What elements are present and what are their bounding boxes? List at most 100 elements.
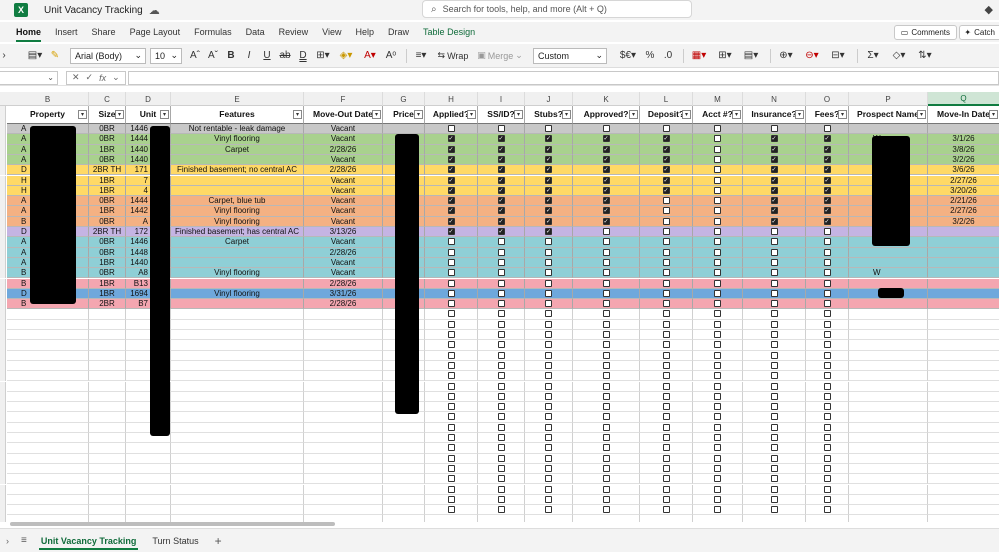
cell-o[interactable]: ✓ bbox=[806, 185, 849, 197]
cell-c[interactable] bbox=[89, 443, 126, 454]
cell-o[interactable] bbox=[806, 350, 849, 361]
cell-k[interactable] bbox=[573, 443, 640, 454]
cell-n[interactable] bbox=[743, 453, 806, 464]
column-letter-e[interactable]: E bbox=[171, 92, 304, 106]
filter-dropdown-icon[interactable]: ▾ bbox=[682, 110, 691, 119]
cell-n[interactable] bbox=[743, 371, 806, 382]
cell-b[interactable] bbox=[7, 319, 89, 330]
unchecked-checkbox[interactable] bbox=[714, 506, 721, 514]
row-number[interactable] bbox=[0, 309, 6, 320]
unchecked-checkbox[interactable] bbox=[602, 279, 610, 287]
unchecked-checkbox[interactable] bbox=[770, 403, 778, 411]
cell-p[interactable] bbox=[849, 443, 928, 454]
unchecked-checkbox[interactable] bbox=[497, 372, 505, 380]
unchecked-checkbox[interactable] bbox=[602, 403, 610, 411]
cell-n[interactable] bbox=[743, 268, 806, 279]
cell-l[interactable] bbox=[640, 330, 693, 341]
cell-e[interactable] bbox=[171, 257, 304, 269]
cell-b[interactable] bbox=[7, 494, 89, 506]
cell-i[interactable] bbox=[478, 288, 525, 300]
cell-i[interactable]: ✓ bbox=[478, 165, 525, 176]
cell-i[interactable] bbox=[478, 330, 525, 341]
filter-dropdown-icon[interactable]: ▾ bbox=[115, 110, 124, 119]
cell-q[interactable] bbox=[928, 350, 999, 361]
checked-checkbox[interactable]: ✓ bbox=[770, 186, 778, 194]
sheet-tab-turn-status[interactable]: Turn Status bbox=[150, 532, 200, 550]
unchecked-checkbox[interactable] bbox=[662, 207, 670, 215]
cell-j[interactable] bbox=[525, 278, 573, 289]
cell-l[interactable] bbox=[640, 453, 693, 464]
cell-f[interactable]: Vacant bbox=[304, 175, 383, 186]
unchecked-checkbox[interactable] bbox=[823, 269, 831, 277]
cell-f[interactable] bbox=[304, 484, 383, 495]
unchecked-checkbox[interactable] bbox=[714, 197, 721, 205]
cell-f[interactable]: Vacant bbox=[304, 216, 383, 227]
cell-l[interactable]: ✓ bbox=[640, 154, 693, 166]
column-letter-m[interactable]: M bbox=[693, 92, 743, 106]
checked-checkbox[interactable]: ✓ bbox=[602, 186, 610, 194]
cell-e[interactable] bbox=[171, 422, 304, 433]
unchecked-checkbox[interactable] bbox=[602, 423, 610, 431]
unchecked-checkbox[interactable] bbox=[662, 423, 670, 431]
cell-k[interactable] bbox=[573, 257, 640, 269]
cell-i[interactable]: ✓ bbox=[478, 185, 525, 197]
cell-k[interactable] bbox=[573, 278, 640, 289]
checked-checkbox[interactable]: ✓ bbox=[602, 207, 610, 215]
cell-i[interactable] bbox=[478, 319, 525, 330]
cell-f[interactable] bbox=[304, 319, 383, 330]
cell-b[interactable] bbox=[7, 422, 89, 433]
unchecked-checkbox[interactable] bbox=[545, 125, 552, 132]
cell-n[interactable] bbox=[743, 227, 806, 238]
cell-o[interactable] bbox=[806, 278, 849, 289]
cell-d[interactable] bbox=[126, 494, 171, 506]
cell-o[interactable] bbox=[806, 443, 849, 454]
cell-g[interactable] bbox=[383, 474, 425, 485]
cell-n[interactable]: ✓ bbox=[743, 196, 806, 207]
cell-j[interactable] bbox=[525, 288, 573, 300]
cell-g[interactable] bbox=[383, 453, 425, 464]
cell-i[interactable]: ✓ bbox=[478, 196, 525, 207]
cell-p[interactable] bbox=[849, 360, 928, 372]
fill-color-icon[interactable]: ◈▾ bbox=[336, 47, 356, 65]
checked-checkbox[interactable]: ✓ bbox=[447, 166, 455, 174]
cell-h[interactable] bbox=[425, 433, 478, 444]
cell-f[interactable]: Vacant bbox=[304, 185, 383, 197]
row-number[interactable] bbox=[0, 515, 6, 522]
cell-h[interactable]: ✓ bbox=[425, 227, 478, 238]
cell-l[interactable] bbox=[640, 422, 693, 433]
cell-g[interactable] bbox=[383, 124, 425, 135]
cell-l[interactable] bbox=[640, 288, 693, 300]
cell-l[interactable] bbox=[640, 381, 693, 392]
cell-j[interactable] bbox=[525, 237, 573, 248]
cell-n[interactable] bbox=[743, 474, 806, 485]
cell-c[interactable]: 0BR bbox=[89, 134, 126, 145]
cell-h[interactable] bbox=[425, 412, 478, 423]
cell-i[interactable] bbox=[478, 443, 525, 454]
filter-dropdown-icon[interactable]: ▾ bbox=[293, 110, 302, 119]
cell-n[interactable] bbox=[743, 443, 806, 454]
unchecked-checkbox[interactable] bbox=[497, 320, 505, 328]
unchecked-checkbox[interactable] bbox=[497, 279, 505, 287]
row-number[interactable] bbox=[0, 422, 6, 433]
cell-i[interactable] bbox=[478, 433, 525, 444]
decimal-icon[interactable]: .0 bbox=[661, 47, 675, 65]
cell-d[interactable] bbox=[126, 453, 171, 464]
cell-n[interactable]: ✓ bbox=[743, 154, 806, 166]
checked-checkbox[interactable]: ✓ bbox=[497, 135, 505, 143]
checked-checkbox[interactable]: ✓ bbox=[545, 197, 552, 205]
cell-o[interactable] bbox=[806, 391, 849, 403]
merge-button[interactable]: ▣ Merge ⌄ bbox=[475, 47, 525, 65]
cell-k[interactable] bbox=[573, 474, 640, 485]
cell-e[interactable] bbox=[171, 381, 304, 392]
unchecked-checkbox[interactable] bbox=[447, 269, 455, 277]
cell-m[interactable] bbox=[693, 134, 743, 145]
cell-n[interactable] bbox=[743, 330, 806, 341]
formula-input[interactable] bbox=[127, 70, 999, 85]
unchecked-checkbox[interactable] bbox=[497, 495, 505, 503]
unchecked-checkbox[interactable] bbox=[447, 238, 455, 246]
row-number[interactable] bbox=[0, 196, 6, 207]
unchecked-checkbox[interactable] bbox=[545, 258, 552, 266]
checked-checkbox[interactable]: ✓ bbox=[662, 176, 670, 184]
unchecked-checkbox[interactable] bbox=[602, 475, 610, 483]
cell-d[interactable] bbox=[126, 515, 171, 522]
